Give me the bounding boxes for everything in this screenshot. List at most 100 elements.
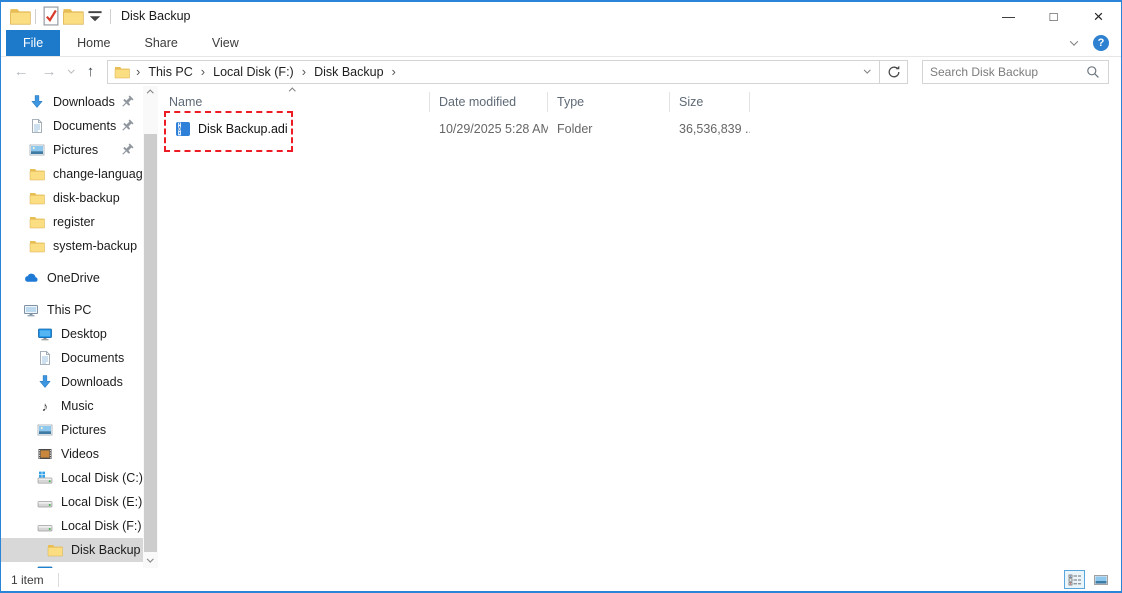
sidebar-item-pictures[interactable]: Pictures (1, 138, 143, 162)
thumbnails-view-button[interactable] (1090, 570, 1111, 589)
breadcrumb-folder-icon[interactable] (114, 64, 130, 80)
sidebar-item-register[interactable]: register (1, 210, 143, 234)
explorer-icon[interactable] (9, 5, 31, 27)
minimize-button[interactable]: — (986, 2, 1031, 30)
sidebar-spacer (1, 290, 143, 298)
pin-icon (119, 118, 135, 134)
sidebar-item-disk-backup[interactable]: disk-backup (1, 186, 143, 210)
sidebar-item-label: Music (61, 399, 94, 413)
close-button[interactable]: × (1076, 2, 1121, 30)
status-separator (58, 573, 59, 587)
back-icon[interactable]: ← (14, 64, 29, 79)
sidebar-item-item[interactable] (1, 562, 143, 568)
sidebar-item-change-languag[interactable]: change-languag (1, 162, 143, 186)
navigation-pane: Downloads Documents Pictures change-languag… (1, 86, 158, 568)
refresh-icon (886, 64, 902, 80)
sidebar-item-label: Pictures (53, 143, 98, 157)
tab-view[interactable]: View (195, 30, 256, 56)
refresh-button[interactable] (880, 61, 907, 83)
sidebar-item-local-disk-e[interactable]: Local Disk (E:) (1, 490, 143, 514)
sidebar-item-videos[interactable]: Videos (1, 442, 143, 466)
sidebar-item-desktop[interactable]: Desktop (1, 322, 143, 346)
folder-icon (29, 166, 45, 182)
details-view-button[interactable] (1064, 570, 1085, 589)
search-icon[interactable] (1085, 64, 1101, 80)
sidebar-item-local-disk-f[interactable]: Local Disk (F:) (1, 514, 143, 538)
maximize-button[interactable]: □ (1031, 2, 1076, 30)
expand-ribbon-chevron-icon[interactable] (1070, 37, 1078, 45)
breadcrumb-item-this-pc[interactable]: This PC (141, 65, 199, 79)
address-bar: ← → ↑ › This PC›Local Disk (F:)›Disk Bac… (1, 57, 1121, 86)
sidebar-item-label: Videos (61, 447, 99, 461)
adi-file-icon (175, 121, 191, 137)
folder-icon (29, 238, 45, 254)
sidebar-item-label: Disk Backup (71, 543, 140, 557)
sidebar-item-label: register (53, 215, 95, 229)
up-icon[interactable]: ↑ (87, 64, 95, 79)
sidebar-item-pictures[interactable]: Pictures (1, 418, 143, 442)
sidebar-item-label: Downloads (61, 375, 123, 389)
sidebar-item-label: Local Disk (E:) (61, 495, 142, 509)
qat-customize-icon[interactable] (84, 5, 106, 27)
thumbnails-view-icon (1093, 572, 1109, 588)
properties-icon[interactable] (40, 5, 62, 27)
video-icon (37, 446, 53, 462)
sidebar-scrollbar (143, 86, 158, 568)
sidebar-item-downloads[interactable]: Downloads (1, 370, 143, 394)
sidebar-item-documents[interactable]: Documents (1, 346, 143, 370)
sidebar-item-label: OneDrive (47, 271, 100, 285)
help-icon[interactable]: ? (1093, 35, 1109, 51)
tab-share[interactable]: Share (128, 30, 195, 56)
column-header-name[interactable]: Name (158, 92, 430, 112)
tab-home[interactable]: Home (60, 30, 127, 56)
column-header-size[interactable]: Size (670, 92, 750, 112)
window-title: Disk Backup (121, 9, 190, 23)
document-icon (37, 350, 53, 366)
sidebar-item-music[interactable]: ♪ Music (1, 394, 143, 418)
scrollbar-up-arrow-icon[interactable] (143, 86, 158, 101)
sidebar-item-label: This PC (47, 303, 91, 317)
column-header-type[interactable]: Type (548, 92, 670, 112)
search-input[interactable] (930, 65, 1085, 79)
sidebar-item-downloads[interactable]: Downloads (1, 90, 143, 114)
document-icon (29, 118, 45, 134)
music-icon: ♪ (37, 398, 53, 414)
breadcrumb-item-local-disk-f[interactable]: Local Disk (F:) (206, 65, 301, 79)
sidebar-item-local-disk-c[interactable]: Local Disk (C:) (1, 466, 143, 490)
address-dropdown-button[interactable] (855, 61, 879, 83)
picture-icon (29, 142, 45, 158)
breadcrumb-separator: › (391, 64, 397, 79)
new-folder-icon[interactable] (62, 5, 84, 27)
folder-icon (47, 542, 63, 558)
sidebar-item-documents[interactable]: Documents (1, 114, 143, 138)
folder-icon (29, 190, 45, 206)
sidebar-item-system-backup[interactable]: system-backup (1, 234, 143, 258)
sidebar-item-label: Documents (53, 119, 116, 133)
search-box (922, 60, 1109, 84)
computer-icon (23, 302, 39, 318)
sidebar-item-this-pc[interactable]: This PC (1, 298, 143, 322)
sidebar-item-label: Local Disk (C:) (61, 471, 143, 485)
breadcrumb-item-disk-backup[interactable]: Disk Backup (307, 65, 390, 79)
file-list: NameDate modifiedTypeSize Disk Backup.ad… (158, 86, 1121, 568)
sidebar-item-label: Local Disk (F:) (61, 519, 142, 533)
file-row[interactable]: Disk Backup.adi10/29/2025 5:28 AMFolder3… (158, 115, 1121, 143)
desktop-icon (37, 326, 53, 342)
tab-file[interactable]: File (6, 30, 60, 56)
forward-icon[interactable]: → (42, 64, 57, 79)
scrollbar-thumb[interactable] (144, 134, 157, 552)
ribbon-tabs: FileHomeShareView ? (1, 30, 1121, 57)
recent-locations-chevron-icon[interactable] (68, 67, 74, 73)
column-header-date-modified[interactable]: Date modified (430, 92, 548, 112)
qat-separator (110, 9, 111, 24)
picture-icon (37, 422, 53, 438)
sidebar-item-onedrive[interactable]: OneDrive (1, 266, 143, 290)
sidebar-item-disk-backup[interactable]: Disk Backup (1, 538, 143, 562)
pin-icon (119, 94, 135, 110)
scrollbar-down-arrow-icon[interactable] (143, 553, 158, 568)
onedrive-icon (23, 270, 39, 286)
breadcrumb: › This PC›Local Disk (F:)›Disk Backup› (107, 60, 908, 84)
sidebar-item-label: Pictures (61, 423, 106, 437)
sidebar-spacer (1, 258, 143, 266)
sort-ascending-icon (289, 88, 295, 94)
